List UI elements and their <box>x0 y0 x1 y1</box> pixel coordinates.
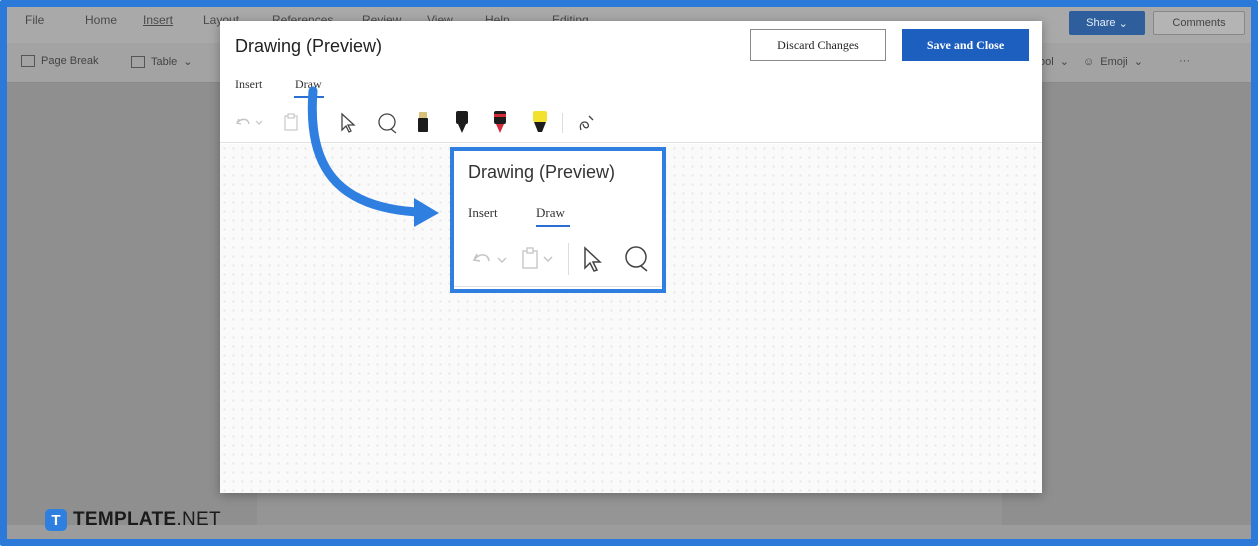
callout-tab-insert: Insert <box>468 205 498 220</box>
logo-suffix: .NET <box>176 509 221 530</box>
template-net-logo: T TEMPLATE.NET <box>45 509 221 531</box>
zoom-callout: Drawing (Preview) Insert Draw <box>450 147 666 293</box>
callout-clipboard-icon <box>522 247 553 269</box>
logo-text: TEMPLATE.NET <box>73 509 221 531</box>
callout-lasso-icon <box>625 246 648 272</box>
callout-select-arrow-icon <box>584 246 602 272</box>
callout-toolbar <box>454 237 662 287</box>
logo-brand: TEMPLATE <box>73 509 177 530</box>
logo-mark: T <box>45 509 67 531</box>
callout-tab-draw: Draw <box>536 205 565 220</box>
callout-title: Drawing (Preview) <box>468 162 616 182</box>
screenshot-frame: File Home Insert Layout References Revie… <box>0 0 1258 546</box>
callout-active-tab-indicator <box>536 225 570 227</box>
callout-undo-icon <box>472 253 507 263</box>
callout-divider <box>568 243 569 275</box>
